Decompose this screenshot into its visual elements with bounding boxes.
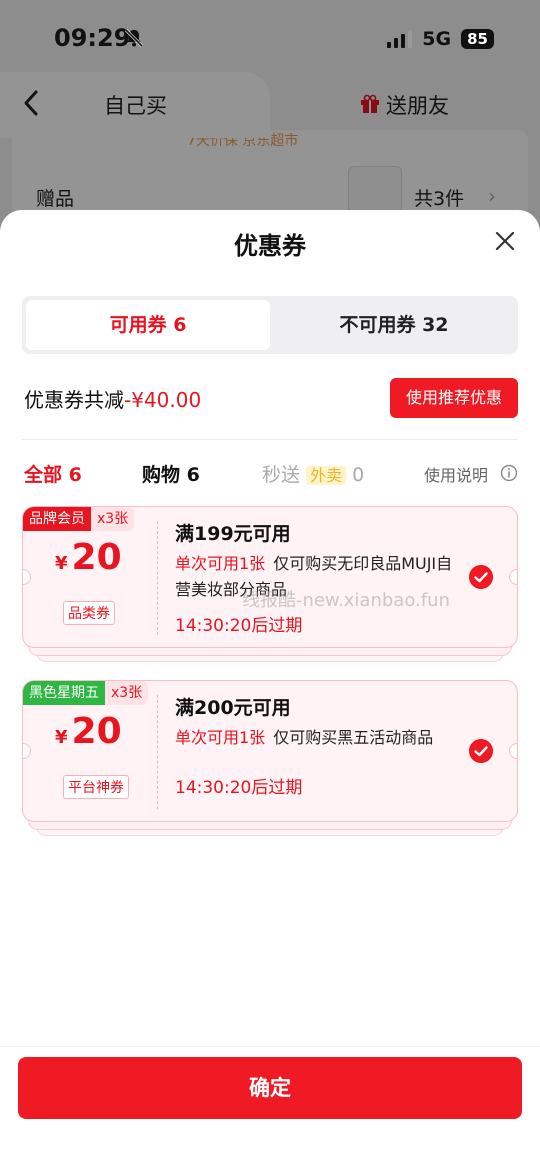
coupon-description: 单次可用1张 仅可购买黑五活动商品 — [175, 725, 465, 751]
confirm-button[interactable]: 确定 — [18, 1057, 522, 1119]
coupon-card[interactable]: 品牌会员 x3张 ¥20 品类券 满199元可用 单次可用1张 仅可购买无印良品M… — [22, 506, 518, 666]
coupon-scope: 仅可购买黑五活动商品 — [273, 728, 434, 747]
coupon-expiry: 14:30:20后过期 — [175, 778, 303, 798]
coupon-condition: 满199元可用 — [175, 523, 291, 545]
check-icon[interactable] — [469, 565, 493, 589]
filter-flash-count: 0 — [352, 464, 365, 486]
coupon-body[interactable]: 黑色星期五 x3张 ¥20 平台神券 满200元可用 单次可用1张 仅可购买黑五活… — [22, 680, 518, 822]
network-type: 5G — [422, 28, 452, 50]
discount-amount: -¥40.00 — [124, 388, 202, 412]
watermark: 线报酷-new.xianbao.fun — [242, 590, 450, 611]
coupon-expiry: 14:30:20后过期 — [175, 616, 303, 636]
coupon-badge: 品牌会员 x3张 — [23, 507, 135, 531]
coupon-divider — [157, 521, 158, 635]
ticket-notch — [509, 569, 517, 585]
coupon-sheet: 优惠券 可用券 6 不可用券 32 优惠券共减-¥40.00 使用推荐优惠 全部… — [0, 210, 540, 1170]
bell-slash-icon — [124, 28, 144, 48]
filter-shopping[interactable]: 购物 6 — [142, 460, 200, 487]
footer-divider — [0, 1046, 540, 1047]
coupon-divider — [157, 695, 158, 809]
discount-summary: 优惠券共减-¥40.00 — [24, 384, 201, 413]
tab-available[interactable]: 可用券 6 — [22, 296, 274, 354]
discount-summary-label: 优惠券共减 — [24, 388, 124, 412]
coupon-availability-tabs: 可用券 6 不可用券 32 — [22, 296, 518, 354]
coupon-type: 品类券 — [63, 601, 115, 625]
coupon-condition: 满200元可用 — [175, 697, 291, 719]
coupon-category-filters: 全部 6 购物 6 秒送 外卖 0 使用说明 — [0, 460, 540, 490]
filter-flash-tag: 外卖 — [306, 466, 347, 485]
coupon-badge-label: 黑色星期五 — [23, 681, 105, 705]
sheet-title: 优惠券 — [234, 232, 306, 260]
ticket-notch — [509, 743, 517, 759]
background-page: 7天价保 京东超市 赠品 共3件 › 自己买 送朋友 09:29 5G 85 — [0, 0, 540, 240]
ticket-notch — [23, 743, 31, 759]
coupon-value: ¥20 — [55, 537, 122, 578]
coupon-value: ¥20 — [55, 711, 122, 752]
filter-flash-delivery[interactable]: 秒送 外卖 0 — [262, 460, 364, 487]
coupon-limit: 单次可用1张 — [175, 728, 266, 747]
currency-symbol: ¥ — [55, 727, 68, 748]
coupon-amount: 20 — [71, 537, 122, 578]
coupon-card[interactable]: 黑色星期五 x3张 ¥20 平台神券 满200元可用 单次可用1张 仅可购买黑五活… — [22, 680, 518, 840]
coupon-badge: 黑色星期五 x3张 — [23, 681, 149, 705]
filter-flash-label: 秒送 — [262, 464, 301, 486]
coupon-type: 平台神券 — [63, 775, 129, 799]
ticket-notch — [23, 569, 31, 585]
coupon-limit: 单次可用1张 — [175, 554, 266, 573]
coupon-amount: 20 — [71, 711, 122, 752]
close-icon[interactable] — [494, 230, 516, 252]
status-time: 09:29 — [54, 24, 131, 52]
coupon-multiplier: x3张 — [105, 681, 149, 705]
status-indicators: 5G 85 — [387, 28, 494, 50]
use-recommended-button[interactable]: 使用推荐优惠 — [390, 378, 518, 418]
battery-icon: 85 — [461, 29, 494, 49]
usage-help-link[interactable]: 使用说明 — [424, 462, 488, 486]
coupon-badge-label: 品牌会员 — [23, 507, 91, 531]
signal-icon — [387, 30, 413, 48]
info-icon[interactable] — [500, 464, 518, 482]
tab-unavailable[interactable]: 不可用券 32 — [270, 296, 518, 354]
coupon-multiplier: x3张 — [91, 507, 135, 531]
coupon-body[interactable]: 品牌会员 x3张 ¥20 品类券 满199元可用 单次可用1张 仅可购买无印良品M… — [22, 506, 518, 648]
check-icon[interactable] — [469, 739, 493, 763]
currency-symbol: ¥ — [55, 553, 68, 574]
filter-all[interactable]: 全部 6 — [24, 460, 82, 487]
status-bar: 09:29 5G 85 — [0, 0, 540, 80]
divider — [22, 439, 518, 440]
